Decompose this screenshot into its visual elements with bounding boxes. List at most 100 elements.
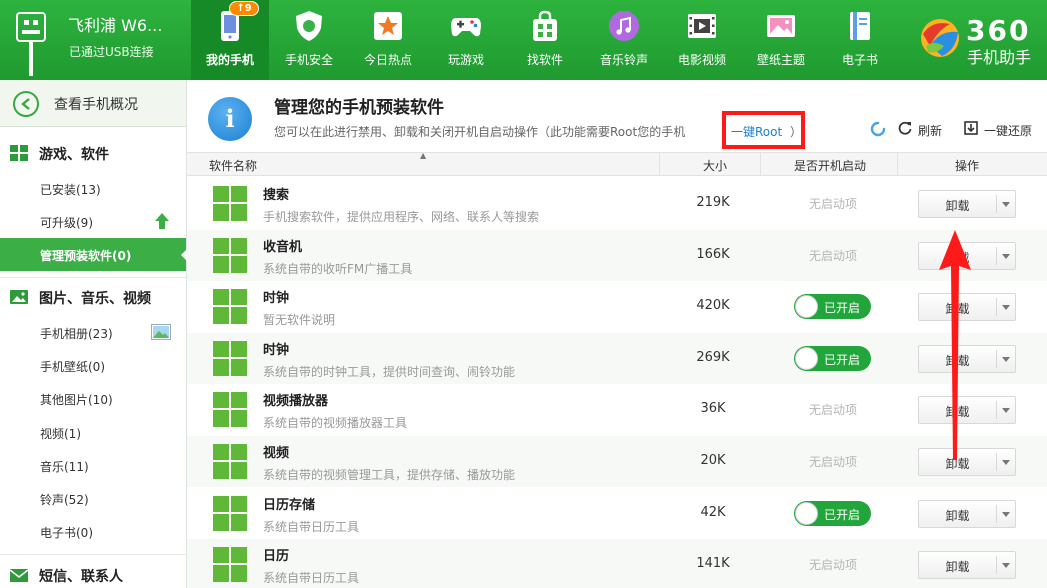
sidebar-item-other-pictures[interactable]: 其他图片(10): [0, 382, 186, 415]
no-autostart-label: 无启动项: [808, 249, 857, 263]
sidebar-item-video[interactable]: 视频(1): [0, 416, 186, 449]
toggle-label: 已开启: [824, 353, 861, 367]
app-size: 269K: [696, 350, 730, 365]
tab-label: 壁纸主题: [756, 53, 805, 67]
sidebar-item-album[interactable]: 手机相册(23): [0, 316, 186, 349]
tab-label: 我的手机: [205, 53, 254, 67]
item-label: 手机相册(23): [40, 327, 113, 341]
no-autostart-label: 无启动项: [808, 455, 857, 469]
sidebar-item-installed[interactable]: 已安装(13): [0, 172, 186, 205]
more-actions-dropdown[interactable]: [997, 346, 1016, 372]
table-header: 软件名称 ▲ 大小 是否开机启动 操作: [187, 151, 1047, 176]
column-header-size[interactable]: 大小: [703, 157, 727, 174]
table-row[interactable]: 搜索 手机搜索软件，提供应用程序、网络、联系人等搜索 219K 无启动项 卸载: [187, 178, 1047, 229]
column-header-autostart: 是否开机启动: [794, 159, 867, 173]
tab-phone-security[interactable]: 手机安全: [270, 0, 348, 80]
tab-ebooks[interactable]: 电子书: [821, 0, 899, 80]
tab-games[interactable]: 玩游戏: [427, 0, 505, 80]
brand-logo: 360 手机助手: [916, 10, 1047, 74]
gamepad-icon: [451, 18, 481, 37]
autostart-toggle[interactable]: 已开启: [794, 294, 871, 319]
back-arrow-icon: [13, 91, 39, 117]
root-highlight-box: [722, 111, 805, 149]
tab-label: 今日热点: [363, 53, 412, 67]
sidebar-item-upgradable[interactable]: 可升级(9): [0, 205, 186, 238]
upgrade-arrow-icon: [155, 213, 169, 229]
autostart-toggle[interactable]: 已开启: [794, 501, 871, 526]
item-label: 铃声(52): [40, 493, 89, 507]
brand-subtitle: 手机助手: [967, 48, 1032, 67]
sidebar-item-manage-preinstalled[interactable]: 管理预装软件(0): [0, 238, 187, 271]
sidebar-section-games-software[interactable]: 游戏、软件: [0, 136, 186, 170]
app-name: 视频: [263, 446, 290, 461]
refresh-label: 刷新: [918, 124, 943, 138]
sidebar-item-ebooks[interactable]: 电子书(0): [0, 515, 186, 548]
sidebar-item-music[interactable]: 音乐(11): [0, 449, 186, 482]
uninstall-button-group: 卸载: [918, 551, 1016, 579]
app-size: 36K: [700, 401, 726, 416]
more-actions-dropdown[interactable]: [997, 501, 1016, 527]
more-actions-dropdown[interactable]: [997, 294, 1016, 320]
tab-label: 音乐铃声: [599, 53, 648, 67]
column-header-name[interactable]: 软件名称: [209, 157, 257, 174]
column-separator: [760, 153, 761, 175]
refresh-icon: [898, 121, 912, 135]
more-actions-dropdown[interactable]: [997, 449, 1016, 475]
app-description: 暂无软件说明: [263, 313, 336, 327]
uninstall-button[interactable]: 卸载: [919, 507, 996, 524]
image-icon: [10, 290, 28, 304]
toggle-knob: [795, 347, 818, 370]
more-actions-dropdown[interactable]: [997, 243, 1016, 269]
view-phone-overview[interactable]: 查看手机概况: [0, 80, 186, 127]
sidebar-item-ringtones[interactable]: 铃声(52): [0, 482, 186, 515]
tab-wallpaper-themes[interactable]: 壁纸主题: [742, 0, 820, 80]
no-autostart-label: 无启动项: [808, 197, 857, 211]
item-label: 已安装(13): [40, 183, 101, 197]
item-label: 音乐(11): [40, 460, 89, 474]
table-row[interactable]: 时钟 暂无软件说明 420K 已开启 卸载: [187, 281, 1047, 332]
android-app-icon: [213, 341, 247, 376]
device-status: 已通过USB连接: [69, 45, 154, 59]
item-label: 视频(1): [40, 427, 81, 441]
tab-find-software[interactable]: 找软件: [506, 0, 584, 80]
device-info[interactable]: 飞利浦 W6... 已通过USB连接: [0, 0, 190, 80]
film-icon: [688, 14, 716, 38]
uninstall-button[interactable]: 卸载: [919, 558, 996, 575]
tab-my-phone[interactable]: ↑9 我的手机: [191, 0, 269, 80]
more-actions-dropdown[interactable]: [997, 191, 1016, 217]
uninstall-button[interactable]: 卸载: [919, 197, 996, 214]
app-description: 系统自带的时钟工具，提供时间查询、闹铃功能: [263, 365, 516, 379]
more-actions-dropdown[interactable]: [997, 397, 1016, 423]
table-row[interactable]: 收音机 系统自带的收听FM广播工具 166K 无启动项 卸载: [187, 230, 1047, 281]
uninstall-button-group: 卸载: [918, 500, 1016, 528]
table-row[interactable]: 日历 系统自带日历工具 141K 无启动项 卸载: [187, 539, 1047, 588]
tab-music-ringtones[interactable]: 音乐铃声: [585, 0, 663, 80]
app-name: 搜索: [263, 188, 290, 203]
tab-label: 电子书: [841, 53, 878, 67]
more-actions-dropdown[interactable]: [997, 552, 1016, 578]
tab-hot-today[interactable]: 今日热点: [349, 0, 427, 80]
tab-movies-videos[interactable]: 电影视频: [663, 0, 741, 80]
book-icon: [850, 12, 870, 40]
app-description: 手机搜索软件，提供应用程序、网络、联系人等搜索: [263, 210, 540, 224]
section-label: 短信、联系人: [39, 569, 123, 585]
sidebar-section-media[interactable]: 图片、音乐、视频: [0, 280, 186, 314]
picture-icon: [767, 15, 795, 37]
sidebar-item-wallpaper[interactable]: 手机壁纸(0): [0, 349, 186, 382]
table-row[interactable]: 日历存储 系统自带日历工具 42K 已开启 卸载: [187, 488, 1047, 539]
main-panel: i 管理您的手机预装软件 您可以在此进行禁用、卸载和关闭开机自启动操作（此功能需…: [187, 80, 1047, 588]
star-icon: [374, 12, 402, 40]
app-name: 日历: [263, 549, 290, 564]
app-name: 时钟: [263, 291, 290, 306]
table-row[interactable]: 视频播放器 系统自带的视频播放器工具 36K 无启动项 卸载: [187, 384, 1047, 435]
table-row[interactable]: 时钟 系统自带的时钟工具，提供时间查询、闹铃功能 269K 已开启 卸载: [187, 333, 1047, 384]
app-description: 系统自带日历工具: [263, 520, 360, 534]
restore-label: 一键还原: [984, 124, 1033, 138]
tab-label: 电影视频: [677, 53, 726, 67]
android-app-icon: [213, 238, 247, 273]
table-row[interactable]: 视频 系统自带的视频管理工具，提供存储、播放功能 20K 无启动项 卸载: [187, 436, 1047, 487]
autostart-toggle[interactable]: 已开启: [794, 346, 871, 371]
app-size: 20K: [700, 453, 726, 468]
android-app-icon: [213, 289, 247, 324]
sidebar-section-sms-contacts[interactable]: 短信、联系人: [0, 558, 186, 588]
